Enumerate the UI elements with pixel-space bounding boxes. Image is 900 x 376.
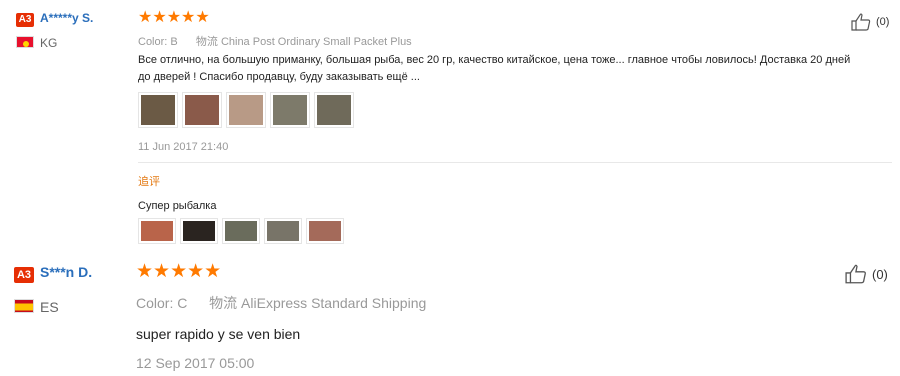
review-photo[interactable] bbox=[138, 218, 176, 244]
buyer-level-badge: A3 bbox=[14, 267, 34, 283]
shipping-value: China Post Ordinary Small Packet Plus bbox=[220, 36, 412, 48]
review-text: super rapido y se ven bien bbox=[136, 326, 301, 342]
review-photos bbox=[138, 92, 358, 128]
additional-review-text: Супер рыбалка bbox=[138, 200, 217, 212]
rating-stars: ★★★★★ bbox=[138, 9, 210, 26]
review-date: 11 Jun 2017 21:40 bbox=[138, 141, 229, 153]
review-1: A3 A*****y S. KG ★★★★★ Color: B 物流 China… bbox=[0, 0, 900, 258]
shipping-value: AliExpress Standard Shipping bbox=[241, 295, 427, 311]
review-photo[interactable] bbox=[138, 92, 178, 128]
review-photo[interactable] bbox=[306, 218, 344, 244]
thumbs-up-icon bbox=[845, 264, 866, 284]
color-value: C bbox=[177, 295, 188, 311]
review-meta: Color: C 物流 AliExpress Standard Shipping bbox=[136, 293, 426, 313]
color-value: B bbox=[170, 36, 178, 48]
review-date: 12 Sep 2017 05:00 bbox=[136, 355, 255, 371]
reviewer-country: ES bbox=[40, 299, 59, 315]
review-2: A3 S***n D. ES ★★★★★ Color: C 物流 AliExpr… bbox=[0, 258, 900, 376]
review-photo[interactable] bbox=[182, 92, 222, 128]
shipping-label: 物流 bbox=[209, 295, 238, 311]
color-label: Color: bbox=[138, 36, 168, 48]
reviewer-name[interactable]: S***n D. bbox=[40, 264, 92, 280]
rating-stars: ★★★★★ bbox=[136, 261, 222, 282]
helpful-button[interactable]: (0) bbox=[845, 263, 888, 285]
color-label: Color: bbox=[136, 295, 174, 311]
helpful-count: (0) bbox=[876, 16, 890, 28]
divider bbox=[138, 162, 892, 163]
additional-review-photos bbox=[138, 218, 348, 244]
review-photo[interactable] bbox=[226, 92, 266, 128]
review-photo[interactable] bbox=[180, 218, 218, 244]
buyer-level-badge: A3 bbox=[16, 13, 34, 27]
review-meta: Color: B 物流 China Post Ordinary Small Pa… bbox=[138, 33, 412, 49]
review-text: Все отлично, на большую приманку, больша… bbox=[138, 54, 851, 83]
helpful-button[interactable]: (0) bbox=[851, 13, 889, 31]
reviewer-country: KG bbox=[40, 36, 58, 50]
thumbs-up-icon bbox=[851, 13, 871, 31]
shipping-label: 物流 bbox=[195, 36, 218, 48]
reviewer-name[interactable]: A*****y S. bbox=[40, 11, 93, 25]
review-photo[interactable] bbox=[314, 92, 354, 128]
additional-review-title: 追评 bbox=[138, 176, 160, 188]
flag-kg-icon bbox=[16, 36, 34, 48]
helpful-count: (0) bbox=[872, 266, 888, 282]
flag-es-icon bbox=[14, 299, 34, 313]
review-photo[interactable] bbox=[222, 218, 260, 244]
review-photo[interactable] bbox=[264, 218, 302, 244]
review-photo[interactable] bbox=[270, 92, 310, 128]
